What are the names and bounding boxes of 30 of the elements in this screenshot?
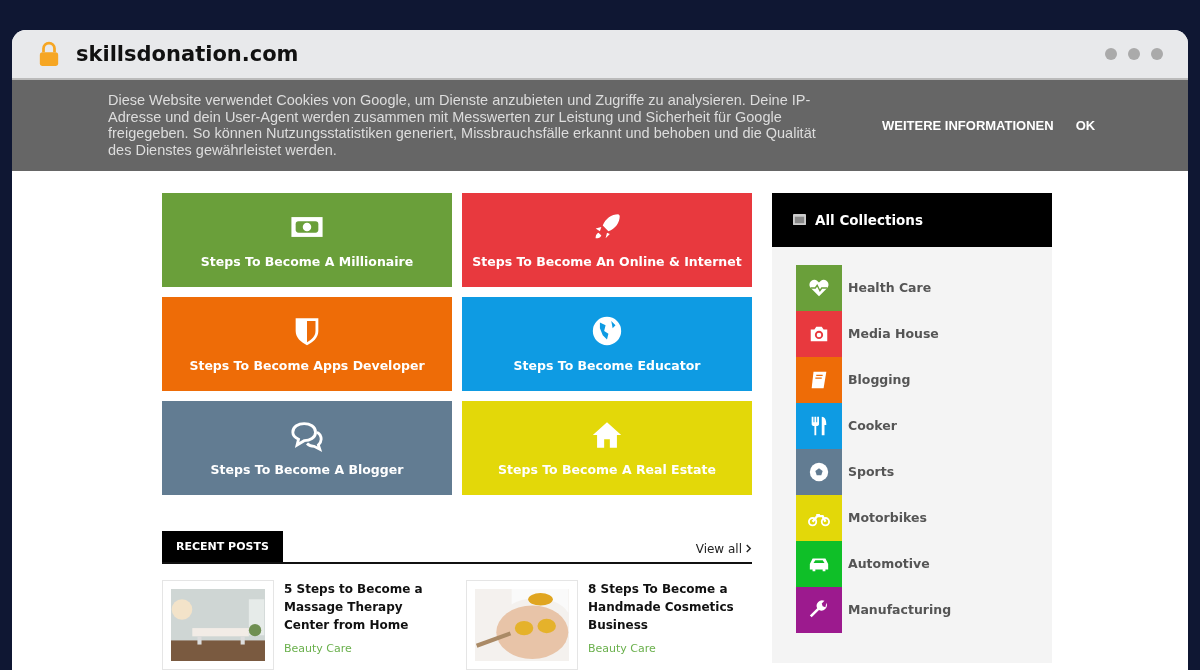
site-url: skillsdonation.com: [76, 42, 300, 66]
category-tile[interactable]: Steps To Become An Online & Internet: [462, 192, 752, 287]
chevron-right-icon: [745, 543, 752, 555]
tile-label: Steps To Become Educator: [513, 358, 701, 374]
window-icon: [792, 213, 807, 227]
collection-link[interactable]: Sports: [848, 464, 895, 480]
sidebar-title: All Collections: [815, 211, 923, 228]
tile-label: Steps To Become A Blogger: [210, 462, 404, 478]
post-title[interactable]: 5 Steps to Become a Massage Therapy Center from Home: [284, 579, 448, 634]
collection-link[interactable]: Manufacturing: [848, 602, 952, 618]
category-tile[interactable]: Steps To Become A Blogger: [162, 400, 452, 495]
collection-link[interactable]: Media House: [848, 326, 939, 342]
window-controls-icon: [1104, 47, 1164, 61]
cookie-button[interactable]: OK: [1071, 113, 1100, 137]
collection-link[interactable]: Motorbikes: [848, 510, 927, 526]
soccer-ball-icon: [808, 460, 830, 483]
tile-label: Steps To Become A Real Estate: [498, 462, 716, 478]
tile-label: Steps To Become An Online & Internet: [472, 254, 742, 270]
collection-link[interactable]: Blogging: [848, 372, 911, 388]
lock-icon: [38, 41, 60, 67]
tile-label: Steps To Become Apps Developer: [189, 358, 425, 374]
collection-link[interactable]: Health Care: [848, 280, 932, 296]
post-title[interactable]: 8 Steps To Become a Handmade Cosmetics Business: [588, 579, 752, 634]
section-heading: RECENT POSTS: [162, 530, 283, 562]
collection-link[interactable]: Cooker: [848, 418, 897, 434]
tile-label: Steps To Become A Millionaire: [200, 254, 414, 270]
collection-link[interactable]: Automotive: [848, 556, 930, 572]
cookie-button[interactable]: WEITERE INFORMATIONEN: [878, 113, 1058, 137]
cookie-notice-text: Diese Website verwendet Cookies von Google, um Dienste anzubieten und Zugriffe zu analysieren. Deine IP-Adresse und dein User-Agent werden zusammen mit Messwerten zur Leistung und Sicherheit für Google freigegeben. So können Nutzungsstatistiken generiert, Missbrauchsfälle erkannt und behoben und die Qualität des Dienstes gewährleistet werden.: [108, 92, 817, 159]
view-all-link[interactable]: View all: [695, 541, 752, 562]
